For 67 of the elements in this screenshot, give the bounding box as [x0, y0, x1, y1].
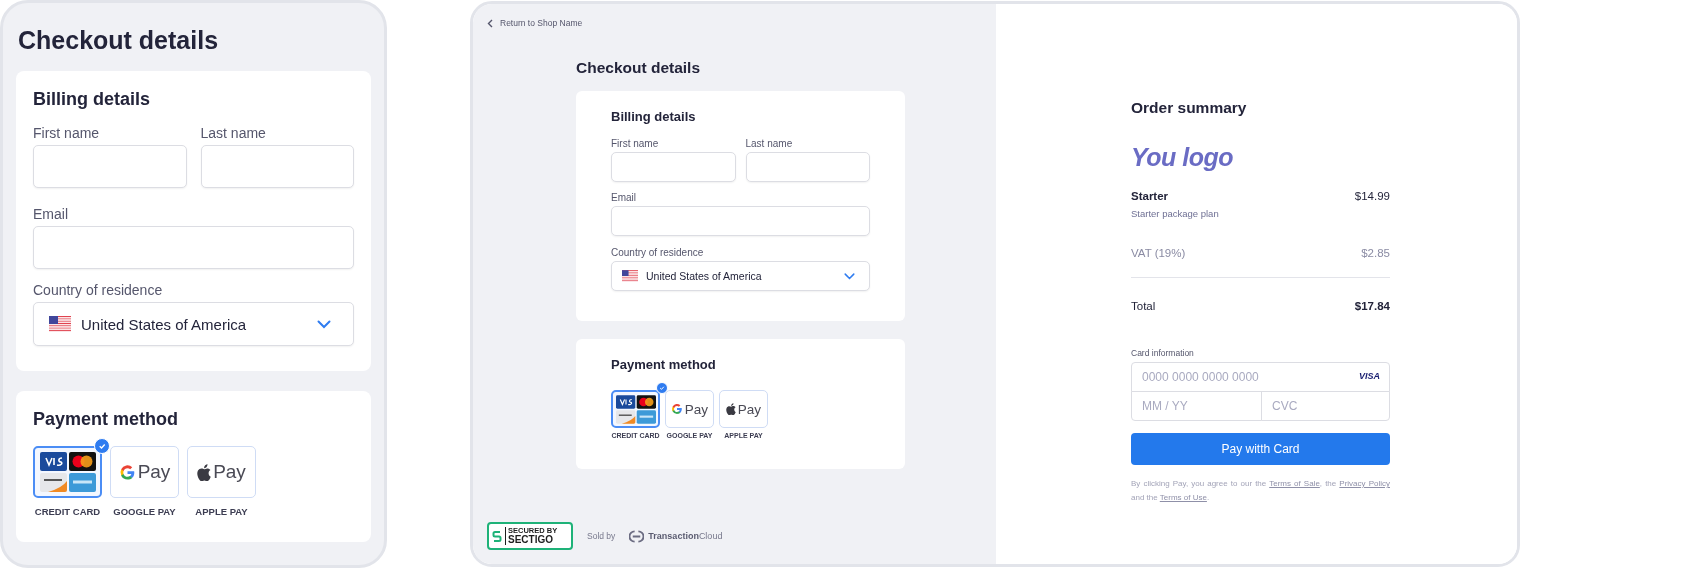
field-label: Country of residence	[611, 246, 705, 259]
total-amount: $17.84	[1354, 300, 1390, 312]
page-title: Checkout details	[576, 58, 702, 77]
chevron-down-icon	[844, 272, 855, 280]
input-field[interactable]	[611, 206, 870, 236]
cvc-field[interactable]: CVC	[1261, 391, 1390, 421]
field-label: Country of residence	[33, 281, 164, 299]
card-logos-icon	[615, 394, 656, 424]
tax-amount: $2.85	[1361, 247, 1390, 259]
input-field[interactable]	[200, 145, 354, 188]
card-brand: VISA	[1359, 371, 1380, 381]
card-logos-icon	[39, 452, 96, 492]
input-field[interactable]	[611, 152, 736, 182]
sold-by-text: Sold by	[587, 531, 616, 541]
seller-name: TransactionCloud	[648, 531, 723, 541]
section-heading: Payment method	[33, 408, 180, 430]
input-field[interactable]	[33, 145, 187, 188]
pay-mark-text: Pay	[737, 401, 762, 417]
apple-icon	[725, 403, 736, 415]
total-label: Total	[1131, 300, 1156, 312]
field-label: Last name	[200, 124, 267, 142]
pay-mark-text: Pay	[137, 461, 171, 483]
section-heading: Billing details	[611, 109, 697, 125]
payment-option[interactable]	[33, 446, 102, 498]
us-flag-icon	[49, 316, 71, 332]
country-select[interactable]: United States of America	[33, 302, 354, 346]
back-link[interactable]: Return to Shop Name	[487, 18, 583, 28]
payment-option[interactable]: Pay	[719, 390, 768, 428]
payment-option-label: APPLE PAY	[195, 506, 248, 517]
section-heading: Payment method	[611, 357, 717, 373]
summary-heading: Order summary	[1131, 98, 1248, 118]
seller-logo-icon	[629, 528, 645, 544]
check-icon	[656, 382, 668, 394]
pay-mark-text: Pay	[213, 461, 246, 483]
item-description: Starter package plan	[1131, 208, 1220, 219]
field-label: Last name	[745, 137, 794, 150]
payment-option[interactable]	[611, 390, 660, 428]
tax-label: VAT (19%)	[1131, 247, 1186, 259]
pay-mark-text: Pay	[684, 401, 709, 417]
field-label: Email	[33, 205, 69, 223]
section-heading: Billing details	[33, 88, 152, 110]
field-label: Email	[611, 191, 637, 204]
apple-icon	[197, 463, 212, 481]
page-title: Checkout details	[18, 25, 220, 55]
us-flag-icon	[622, 270, 638, 282]
expiry-field[interactable]: MM / YY	[1131, 391, 1262, 421]
pay-button[interactable]: Pay witth Card	[1131, 433, 1390, 465]
country-select[interactable]: United States of America	[611, 261, 870, 291]
google-g-icon	[670, 403, 683, 415]
field-label: First name	[611, 137, 660, 150]
chevron-left-icon	[487, 18, 493, 28]
payment-option-label: GOOGLE PAY	[113, 506, 176, 517]
check-icon	[94, 438, 110, 454]
item-price: $14.99	[1354, 190, 1390, 202]
item-name: Starter	[1131, 190, 1169, 202]
shop-logo: You logo	[1131, 142, 1234, 172]
payment-option-label: CREDIT CARD	[34, 506, 101, 517]
google-g-icon	[118, 463, 136, 481]
chevron-down-icon	[317, 319, 331, 329]
input-field[interactable]	[33, 226, 354, 269]
payment-option[interactable]: Pay	[665, 390, 714, 428]
terms-text: By clicking Pay, you agree to our the Terms of Sale, the Privacy Policy and the Terms of Use.	[1131, 478, 1390, 504]
payment-option[interactable]: Pay	[187, 446, 256, 498]
field-label: First name	[33, 124, 101, 142]
input-field[interactable]	[745, 152, 870, 182]
field-label: Card information	[1131, 348, 1195, 358]
payment-option[interactable]: Pay	[110, 446, 179, 498]
